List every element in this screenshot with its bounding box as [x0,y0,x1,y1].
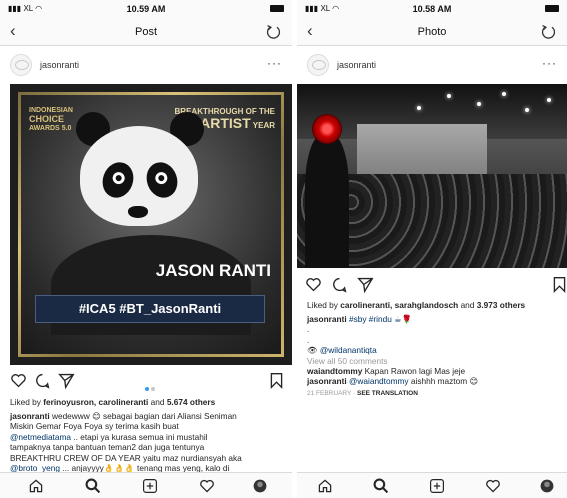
panda-nose [128,206,148,218]
add-post-icon[interactable] [142,478,158,494]
ceiling-light [547,98,551,102]
eye-icon: 👁 [307,345,318,356]
refresh-icon[interactable] [265,23,282,40]
nav-bar: ‹ Post [0,18,292,46]
status-time: 10.59 AM [126,4,166,14]
ica-logo: INDONESIAN CHOICE AWARDS 5.0 [29,107,73,132]
carousel-dot [151,387,155,391]
liked-by-users[interactable]: carolineranti, sarahglandosch [340,300,458,310]
bookmark-icon[interactable] [552,276,567,293]
performer-silhouette [305,134,349,268]
caption: jasonranti wedewww 😊 sebagai bagian dari… [10,411,242,474]
ceiling-light [447,94,451,98]
post-header: jasonranti ··· [297,52,567,80]
heart-icon[interactable] [10,372,27,389]
action-row [297,274,567,296]
share-icon[interactable] [58,372,75,389]
hashtag-links[interactable]: #sby #rindu ☕🌹 [347,314,412,324]
comment-username[interactable]: waiandtommy [307,366,362,376]
refresh-icon[interactable] [540,23,557,40]
caption-username[interactable]: jasonranti [10,411,50,421]
bookmark-icon[interactable] [269,372,284,389]
avatar[interactable] [307,54,329,76]
post-username[interactable]: jasonranti [40,60,79,70]
ceiling-light [477,102,481,106]
battery-icon [270,5,284,12]
action-row [0,370,292,392]
mention-link[interactable]: @waiandtommy [347,376,409,386]
photo-screen: ▮▮▮ XL ◠ 10.58 AM ‹ Photo jasonranti ···… [297,0,567,498]
caption-username[interactable]: jasonranti [307,314,347,324]
post-header: jasonranti ··· [0,52,292,80]
home-icon[interactable] [28,478,44,494]
mention-link[interactable]: @netmediatama [10,432,71,442]
avatar[interactable] [10,54,32,76]
credit-mention[interactable]: @wildanantiqta [320,345,377,355]
comment-icon[interactable] [34,372,51,389]
likes-count[interactable]: 5.674 others [167,397,215,407]
more-options-icon[interactable]: ··· [542,56,557,70]
more-options-icon[interactable]: ··· [267,56,282,70]
status-time: 10.58 AM [412,4,452,14]
see-translation-link[interactable]: SEE TRANSLATION [357,390,418,397]
bottom-tab-bar [297,472,567,498]
comment-icon[interactable] [331,276,348,293]
caption: jasonranti #sby #rindu ☕🌹 . . 👁 @wildana… [307,314,479,397]
likes-line: Liked by carolineranti, sarahglandosch a… [307,300,526,310]
search-icon[interactable] [85,478,101,494]
comment-username[interactable]: jasonranti [307,376,347,386]
ceiling-light [502,92,506,96]
activity-heart-icon[interactable] [199,478,215,494]
post-image[interactable] [297,84,567,268]
profile-icon[interactable] [252,478,268,494]
liked-by-users[interactable]: ferinoyusron, carolineranti [43,397,148,407]
profile-icon[interactable] [539,478,555,494]
post-date: 21 FEBRUARY [307,389,352,397]
post-image[interactable]: INDONESIAN CHOICE AWARDS 5.0 BREAKTHROUG… [10,84,292,365]
rose-sticker [312,114,342,144]
hashtag-banner: #ICA5 #BT_JasonRanti [35,295,265,323]
add-post-icon[interactable] [429,478,445,494]
bottom-tab-bar [0,472,292,498]
artist-name: JASON RANTI [155,261,271,280]
page-title: Post [134,26,157,38]
heart-icon[interactable] [305,276,322,293]
activity-heart-icon[interactable] [485,478,501,494]
page-title: Photo [417,26,447,38]
view-all-comments[interactable]: View all 50 comments [307,356,388,366]
likes-count[interactable]: 3.973 others [477,300,525,310]
search-icon[interactable] [373,478,389,494]
status-bar: ▮▮▮ XL ◠ 10.59 AM [0,0,292,18]
battery-icon [545,5,559,12]
status-bar: ▮▮▮ XL ◠ 10.58 AM [297,0,567,18]
carousel-dot [145,387,149,391]
home-icon[interactable] [317,478,333,494]
share-icon[interactable] [357,276,374,293]
post-username[interactable]: jasonranti [337,60,376,70]
likes-line: Liked by ferinoyusron, carolineranti and… [10,397,216,407]
post-screen: ▮▮▮ XL ◠ 10.59 AM ‹ Post jasonranti ··· … [0,0,292,498]
nav-bar: ‹ Photo [297,18,567,46]
ceiling-light [417,106,421,110]
carousel-indicator [144,378,156,396]
ceiling-light [525,108,529,112]
